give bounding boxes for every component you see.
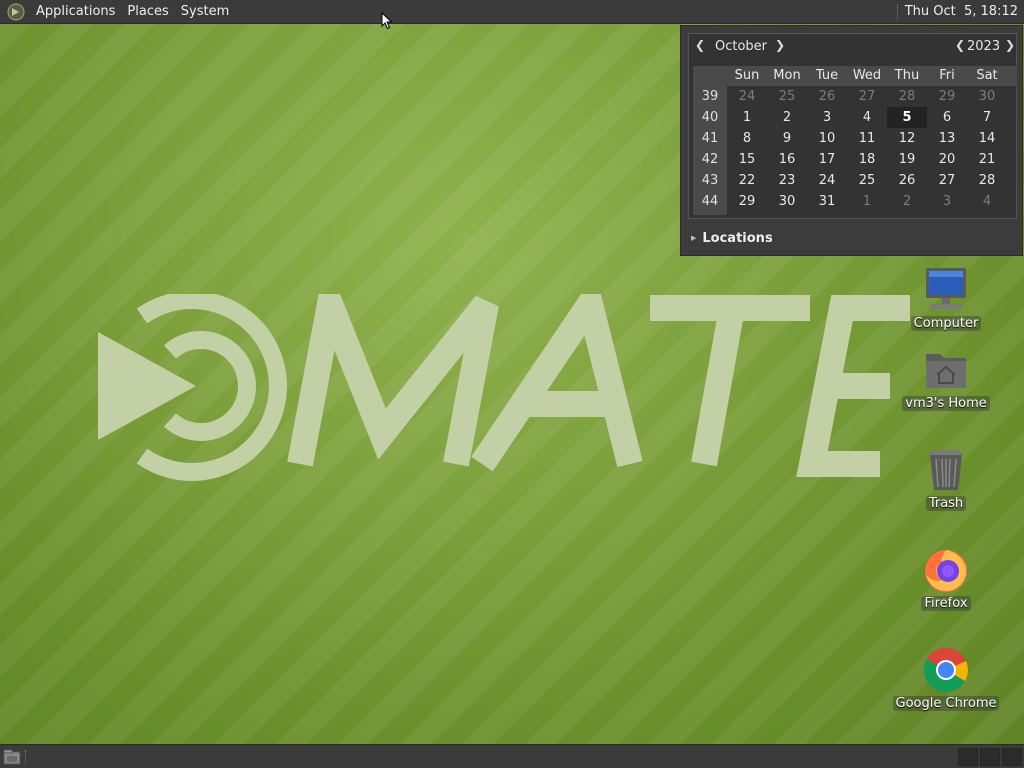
clock-applet[interactable]: Thu Oct 5, 18:12 <box>905 0 1024 24</box>
desktop-icon-label: Computer <box>910 316 982 331</box>
day-name-header: Sun <box>734 68 760 83</box>
calendar-day[interactable]: 27 <box>847 86 887 107</box>
calendar-day[interactable]: 24 <box>807 170 847 191</box>
show-desktop-icon[interactable] <box>3 749 21 765</box>
year-label: 2023 <box>967 39 1001 54</box>
calendar-day[interactable]: 21 <box>967 149 1007 170</box>
prev-year-icon[interactable]: ❮ <box>955 38 965 52</box>
calendar-day[interactable]: 30 <box>967 86 1007 107</box>
locations-label: Locations <box>702 231 773 246</box>
desktop-icon-trash[interactable]: Trash <box>891 446 1001 511</box>
calendar-day[interactable]: 27 <box>927 170 967 191</box>
calendar-day[interactable]: 28 <box>887 86 927 107</box>
desktop-icon-firefox[interactable]: Firefox <box>891 546 1001 611</box>
calendar-day[interactable]: 19 <box>887 149 927 170</box>
day-name-header: Sat <box>976 68 998 83</box>
desktop-icon-chrome[interactable]: Google Chrome <box>891 646 1001 711</box>
calendar-day[interactable]: 18 <box>847 149 887 170</box>
calendar-day[interactable]: 26 <box>887 170 927 191</box>
applications-menu[interactable]: Applications <box>30 0 121 24</box>
desktop-icon-label: Trash <box>925 496 967 511</box>
calendar-day[interactable]: 3 <box>927 191 967 212</box>
expander-arrow-icon: ▶ <box>691 234 697 242</box>
calendar-day[interactable]: 8 <box>727 128 767 149</box>
calendar-day[interactable]: 13 <box>927 128 967 149</box>
desktop-icon-label: vm3's Home <box>902 396 990 411</box>
next-year-icon[interactable]: ❯ <box>1005 38 1015 52</box>
calendar-day[interactable]: 6 <box>927 107 967 128</box>
prev-month-icon[interactable]: ❮ <box>695 38 705 52</box>
day-name-header: Fri <box>939 68 955 83</box>
calendar-day[interactable]: 29 <box>727 191 767 212</box>
calendar-day[interactable]: 1 <box>727 107 767 128</box>
day-name-header: Tue <box>815 68 839 83</box>
desktop-icon-home[interactable]: vm3's Home <box>891 346 1001 411</box>
week-number: 41 <box>701 131 719 146</box>
calendar-day[interactable]: 10 <box>807 128 847 149</box>
calendar-day[interactable]: 4 <box>847 107 887 128</box>
computer-icon <box>926 268 966 309</box>
calendar-day[interactable]: 17 <box>807 149 847 170</box>
calendar-day[interactable]: 25 <box>767 86 807 107</box>
week-number: 43 <box>701 173 719 188</box>
calendar-day[interactable]: 2 <box>887 191 927 212</box>
calendar-day[interactable]: 24 <box>727 86 767 107</box>
calendar-day[interactable]: 26 <box>807 86 847 107</box>
month-label: October <box>715 39 768 54</box>
calendar-day[interactable]: 25 <box>847 170 887 191</box>
next-month-icon[interactable]: ❯ <box>775 38 785 52</box>
panel-handle <box>896 3 899 20</box>
mate-wallpaper-logo <box>98 294 910 481</box>
calendar-day[interactable]: 20 <box>927 149 967 170</box>
calendar-day[interactable]: 12 <box>887 128 927 149</box>
calendar-day[interactable]: 2 <box>767 107 807 128</box>
day-name-header: Wed <box>852 68 882 83</box>
calendar-day[interactable]: 3 <box>807 107 847 128</box>
workspace-1[interactable] <box>958 748 978 766</box>
desktop-icon-label: Firefox <box>921 596 971 611</box>
day-name-header: Mon <box>773 68 801 83</box>
bottom-panel <box>0 744 1024 768</box>
chrome-icon <box>924 648 968 692</box>
firefox-icon <box>925 550 967 592</box>
week-number: 42 <box>701 152 719 167</box>
calendar-day[interactable]: 29 <box>927 86 967 107</box>
calendar-day-today[interactable]: 5 <box>887 107 927 128</box>
week-number: 39 <box>701 89 719 104</box>
top-panel: Applications Places System Thu Oct 5, 18… <box>0 0 1024 24</box>
workspace-2[interactable] <box>980 748 1000 766</box>
trash-icon <box>929 450 963 490</box>
week-number: 44 <box>701 194 719 209</box>
calendar-day[interactable]: 7 <box>967 107 1007 128</box>
places-menu[interactable]: Places <box>121 0 174 24</box>
mouse-pointer-icon <box>381 12 393 30</box>
home-folder-icon <box>926 354 966 388</box>
system-menu[interactable]: System <box>175 0 235 24</box>
calendar-day[interactable]: 14 <box>967 128 1007 149</box>
panel-handle <box>25 750 29 764</box>
week-number: 40 <box>701 110 719 125</box>
calendar-day[interactable]: 4 <box>967 191 1007 212</box>
calendar-day[interactable]: 31 <box>807 191 847 212</box>
calendar-day[interactable]: 11 <box>847 128 887 149</box>
calendar-day[interactable]: 23 <box>767 170 807 191</box>
calendar-day[interactable]: 1 <box>847 191 887 212</box>
calendar-popup: ❮ October ❯ ❮ 2023 ❯ Sun Mon Tue Wed Thu Fri S… <box>680 25 1023 256</box>
calendar-day[interactable]: 22 <box>727 170 767 191</box>
workspace-3[interactable] <box>1002 748 1022 766</box>
mate-menu-icon[interactable] <box>6 2 26 22</box>
calendar-day[interactable]: 28 <box>967 170 1007 191</box>
desktop-icon-label: Google Chrome <box>892 696 1000 711</box>
calendar-header: ❮ October ❯ ❮ 2023 ❯ <box>689 34 1016 58</box>
desktop-icon-computer[interactable]: Computer <box>891 266 1001 331</box>
calendar-day[interactable]: 30 <box>767 191 807 212</box>
calendar-widget: ❮ October ❯ ❮ 2023 ❯ Sun Mon Tue Wed Thu Fri S… <box>688 33 1017 219</box>
calendar-day[interactable]: 9 <box>767 128 807 149</box>
calendar-day[interactable]: 16 <box>767 149 807 170</box>
locations-expander[interactable]: ▶ Locations <box>691 231 773 246</box>
calendar-day[interactable]: 15 <box>727 149 767 170</box>
day-name-header: Thu <box>894 68 920 83</box>
